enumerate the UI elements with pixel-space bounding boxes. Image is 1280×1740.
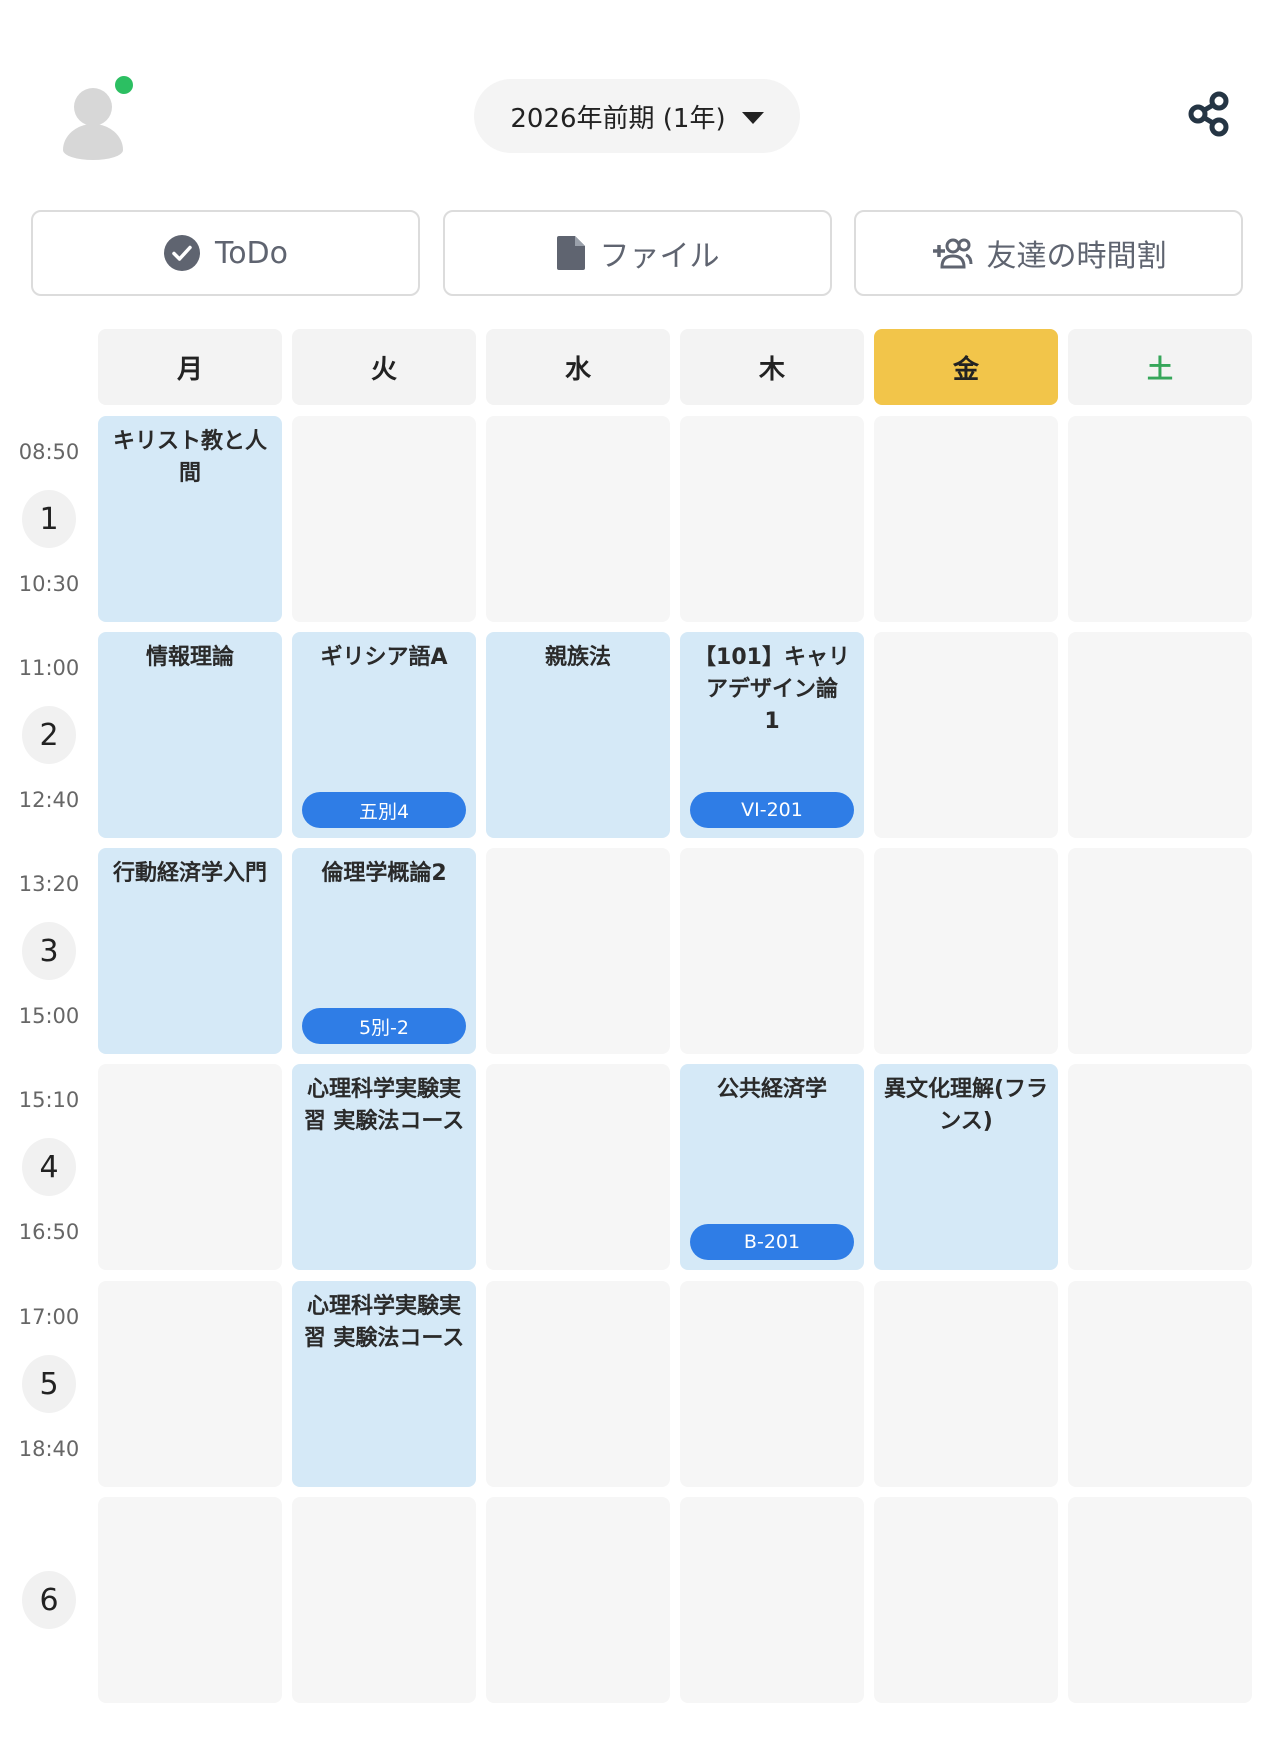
empty-cell[interactable]: [98, 1497, 282, 1703]
empty-cell[interactable]: [680, 848, 864, 1054]
class-name: 親族法: [544, 645, 611, 670]
room-badge: B-201: [690, 1224, 854, 1260]
empty-cell[interactable]: [1068, 1064, 1252, 1270]
empty-cell[interactable]: [1068, 416, 1252, 622]
day-header-wed[interactable]: 水: [486, 329, 670, 405]
day-header-mon[interactable]: 月: [98, 329, 282, 405]
empty-cell[interactable]: [98, 1281, 282, 1487]
empty-cell[interactable]: [486, 1497, 670, 1703]
class-cell[interactable]: 心理科学実験実習 実験法コース: [292, 1281, 476, 1487]
class-name: 心理科学実験実習 実験法コース: [303, 1077, 465, 1134]
class-name: 情報理論: [145, 645, 234, 670]
file-label: ファイル: [599, 239, 720, 274]
period-number: 3: [22, 922, 76, 980]
period-number: 5: [22, 1355, 76, 1413]
empty-cell[interactable]: [1068, 632, 1252, 838]
class-cell[interactable]: 【101】キャリアデザイン論 1 VI-201: [680, 632, 864, 838]
period-end-time: 10:30: [18, 572, 80, 596]
room-badge: VI-201: [690, 792, 854, 828]
period-start-time: 13:20: [18, 872, 80, 896]
class-cell[interactable]: ギリシア語A 五別4: [292, 632, 476, 838]
caret-down-icon: [741, 111, 764, 124]
empty-cell[interactable]: [98, 1064, 282, 1270]
share-icon[interactable]: [1186, 90, 1232, 138]
class-cell[interactable]: 情報理論: [98, 632, 282, 838]
period-start-time: 11:00: [18, 656, 80, 680]
period-number: 2: [22, 706, 76, 764]
class-cell[interactable]: 行動経済学入門: [98, 848, 282, 1054]
empty-cell[interactable]: [874, 1281, 1058, 1487]
empty-cell[interactable]: [486, 848, 670, 1054]
period-start-time: 17:00: [18, 1305, 80, 1329]
check-circle-icon: [163, 235, 200, 271]
friends-timetable-button[interactable]: 友達の時間割: [854, 210, 1243, 296]
period-start-time: 08:50: [18, 440, 80, 464]
period-end-time: 12:40: [18, 788, 80, 812]
user-avatar[interactable]: [60, 84, 126, 160]
class-cell[interactable]: キリスト教と人間: [98, 416, 282, 622]
empty-cell[interactable]: [680, 416, 864, 622]
class-cell[interactable]: 親族法: [486, 632, 670, 838]
empty-cell[interactable]: [1068, 848, 1252, 1054]
empty-cell[interactable]: [874, 632, 1058, 838]
class-name: キリスト教と人間: [112, 429, 267, 486]
class-cell[interactable]: 異文化理解(フランス): [874, 1064, 1058, 1270]
empty-cell[interactable]: [874, 1497, 1058, 1703]
period-start-time: 15:10: [18, 1088, 80, 1112]
empty-cell[interactable]: [874, 416, 1058, 622]
class-name: 異文化理解(フランス): [883, 1077, 1049, 1134]
todo-button[interactable]: ToDo: [31, 210, 420, 296]
class-cell[interactable]: 心理科学実験実習 実験法コース: [292, 1064, 476, 1270]
class-name: ギリシア語A: [320, 645, 448, 670]
class-name: 行動経済学入門: [112, 861, 267, 886]
period-end-time: 18:40: [18, 1437, 80, 1461]
term-label: 2026年前期 (1年): [510, 103, 726, 134]
class-name: 【101】キャリアデザイン論 1: [694, 645, 861, 734]
todo-label: ToDo: [214, 235, 289, 271]
file-button[interactable]: ファイル: [443, 210, 832, 296]
term-selector[interactable]: 2026年前期 (1年): [474, 79, 800, 153]
empty-cell[interactable]: [292, 1497, 476, 1703]
class-name: 公共経済学: [716, 1077, 827, 1102]
empty-cell[interactable]: [486, 1281, 670, 1487]
room-badge: 五別4: [302, 792, 466, 828]
empty-cell[interactable]: [1068, 1497, 1252, 1703]
room-badge: 5別-2: [302, 1008, 466, 1044]
class-cell[interactable]: 公共経済学 B-201: [680, 1064, 864, 1270]
empty-cell[interactable]: [292, 416, 476, 622]
period-number: 6: [22, 1571, 76, 1629]
day-header-tue[interactable]: 火: [292, 329, 476, 405]
empty-cell[interactable]: [486, 416, 670, 622]
class-name: 倫理学概論2: [321, 861, 447, 886]
empty-cell[interactable]: [680, 1281, 864, 1487]
day-header-fri[interactable]: 金: [874, 329, 1058, 405]
avatar-body: [63, 124, 123, 160]
file-icon: [556, 236, 585, 270]
day-header-thu[interactable]: 木: [680, 329, 864, 405]
period-number: 4: [22, 1138, 76, 1196]
empty-cell[interactable]: [1068, 1281, 1252, 1487]
period-number: 1: [22, 490, 76, 548]
class-name: 心理科学実験実習 実験法コース: [303, 1294, 465, 1351]
online-status-dot: [113, 74, 135, 96]
empty-cell[interactable]: [874, 848, 1058, 1054]
day-header-sat[interactable]: 土: [1068, 329, 1252, 405]
period-end-time: 16:50: [18, 1220, 80, 1244]
add-friend-icon: [932, 238, 972, 269]
period-end-time: 15:00: [18, 1004, 80, 1028]
avatar-head: [74, 88, 112, 126]
friends-timetable-label: 友達の時間割: [986, 239, 1167, 274]
empty-cell[interactable]: [486, 1064, 670, 1270]
class-cell[interactable]: 倫理学概論2 5別-2: [292, 848, 476, 1054]
empty-cell[interactable]: [680, 1497, 864, 1703]
